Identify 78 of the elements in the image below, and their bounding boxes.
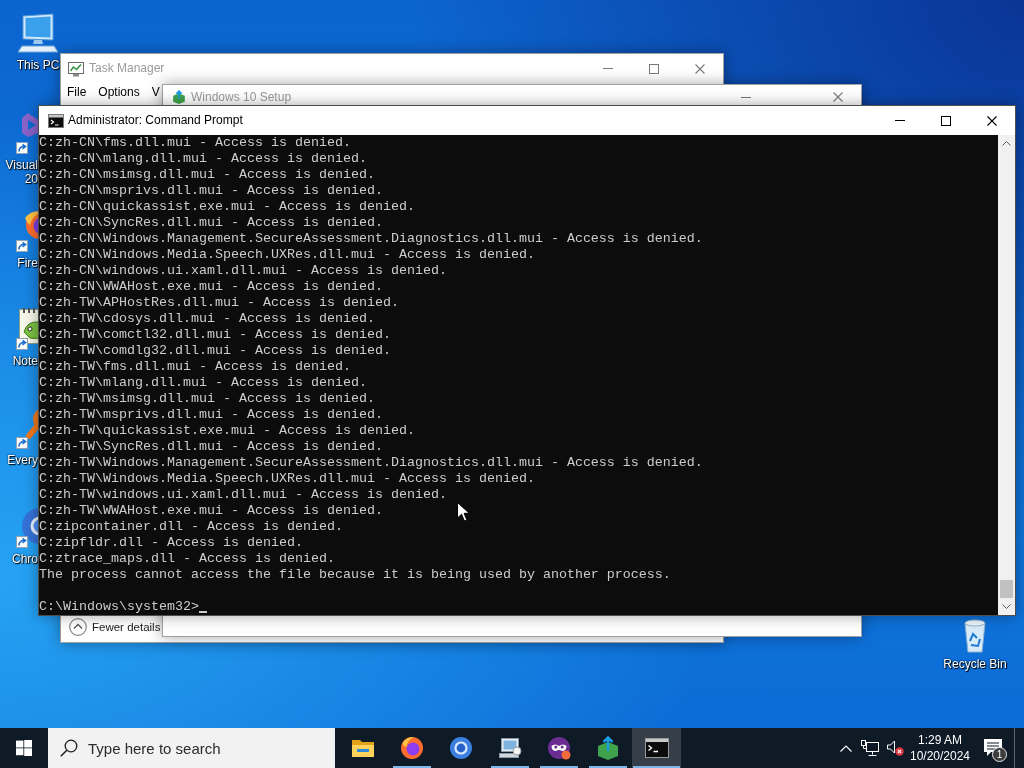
flame-globe-icon [399,736,424,760]
console-line: C:zh-CN\fms.dll.mui - Access is denied. [39,135,351,151]
clock-button[interactable]: 1:29 AM 10/20/2024 [908,732,972,764]
fewer-details-button[interactable]: Fewer details [69,618,161,636]
console-line: C:zh-TW\comctl32.dll.mui - Access is denied. [39,327,391,343]
ribbon-icon[interactable] [16,112,38,154]
console-line: C:zh-CN\SyncRes.dll.mui - Access is denied. [39,215,383,231]
minimize-icon [741,96,751,98]
desktop-icon-label: Recycle Bin [943,657,1007,671]
console-line: C:zh-TW\windows.ui.xaml.dll.mui - Access is denied. [39,487,447,503]
console-line: C:zh-CN\WWAHost.exe.mui - Access is denied. [39,279,383,295]
desktop-icon-label: Chro [12,552,38,566]
setup-box-icon [172,90,186,104]
computer-icon [497,736,522,760]
console-line: C:zh-TW\APHostRes.dll.mui - Access is denied. [39,295,399,311]
console-line: C:zh-TW\WWAHost.exe.mui - Access is denied. [39,503,383,519]
console-line: C:zh-TW\Windows.Management.SecureAssessment.Diagnostics.dll.mui - Access is denied. [39,455,703,471]
console-line: C:zh-TW\mlang.dll.mui - Access is denied. [39,375,367,391]
console-line: C:zh-CN\Windows.Management.SecureAssessment.Diagnostics.dll.mui - Access is denied. [39,231,703,247]
console-line: C:zipcontainer.dll - Access is denied. [39,519,343,535]
search-icon [60,739,78,757]
console-line: C:zh-CN\Windows.Media.Speech.UXRes.dll.mui - Access is denied. [39,247,535,263]
desktop-icon-label: Visual 20 [4,158,38,186]
console-line: C:zh-TW\msimsg.dll.mui - Access is denied. [39,391,375,407]
desktop-icon-label: Fire [17,256,38,270]
close-icon [987,115,997,126]
chevron-up-icon[interactable] [840,744,852,752]
console-line: C:zh-TW\comdlg32.dll.mui - Access is denied. [39,343,391,359]
maximize-icon [941,115,951,126]
menu-item[interactable]: File [67,85,87,99]
scrollbar[interactable] [998,135,1015,615]
taskbar-app-button[interactable] [632,728,681,768]
mouse-pointer-icon [457,502,470,522]
console-line: C:zh-CN\msprivs.dll.mui - Access is denied. [39,183,383,199]
menu-item[interactable]: V [151,85,160,99]
maximize-icon [649,63,659,74]
chevron-circle-up-icon [69,618,87,636]
console-line: C:zh-CN\quickassist.exe.mui - Access is denied. [39,199,415,215]
desktop-icon-label: This PC [16,58,60,72]
windows-logo-icon [16,740,32,756]
console-line: C:zh-TW\Windows.Media.Speech.UXRes.dll.mui - Access is denied. [39,471,535,487]
text-cursor-icon [198,611,207,613]
magnifier-icon[interactable] [16,407,38,449]
ring-icon [448,736,473,760]
close-icon [833,92,843,102]
mask-icon [546,736,571,760]
console-line: C:zh-CN\mlang.dll.mui - Access is denied. [39,151,367,167]
menu-item[interactable]: Options [98,85,140,99]
minimize-icon [895,120,905,121]
desktop-icon-label: Note [12,354,38,368]
computer-icon[interactable] [16,12,60,54]
console-line: C:zh-TW\fms.dll.mui - Access is denied. [39,359,351,375]
window-title: Windows 10 Setup [191,90,292,104]
console-line: C:zipfldr.dll - Access is denied. [39,535,303,551]
terminal-icon [644,736,669,760]
close-icon [695,63,705,74]
console-line: C:zh-CN\msimsg.dll.mui - Access is denied. [39,167,375,183]
console-line: C:ztrace_maps.dll - Access is denied. [39,551,335,567]
window-title: Administrator: Command Prompt [68,114,243,127]
search-field[interactable]: Type here to search [48,728,335,768]
notification-center-button[interactable]: 1 [972,728,1014,768]
notification-count-badge: 1 [992,747,1007,762]
console-line: C:zh-TW\cdosys.dll.mui - Access is denied. [39,311,375,327]
console-line: C:zh-TW\msprivs.dll.mui - Access is denied. [39,407,383,423]
scrollbar-thumb[interactable] [1000,580,1013,598]
setup-box-icon [595,736,620,760]
console-line: C:zh-TW\SyncRes.dll.mui - Access is denied. [39,439,383,455]
desktop-icon-label: Every [7,453,38,467]
console-line: C:zh-TW\quickassist.exe.mui - Access is denied. [39,423,415,439]
minimize-icon [603,68,613,69]
muted-speaker-icon[interactable] [886,740,904,756]
terminal-icon [48,113,64,128]
network-icon[interactable] [861,740,879,756]
console-prompt: C:\Windows\system32> [39,599,199,615]
console-line: C:zh-CN\windows.ui.xaml.dll.mui - Access is denied. [39,263,447,279]
window-title: Task Manager [89,62,165,75]
console-line: The process cannot access the file because it is being used by another process. [39,567,671,583]
chart-window-icon [68,60,84,77]
